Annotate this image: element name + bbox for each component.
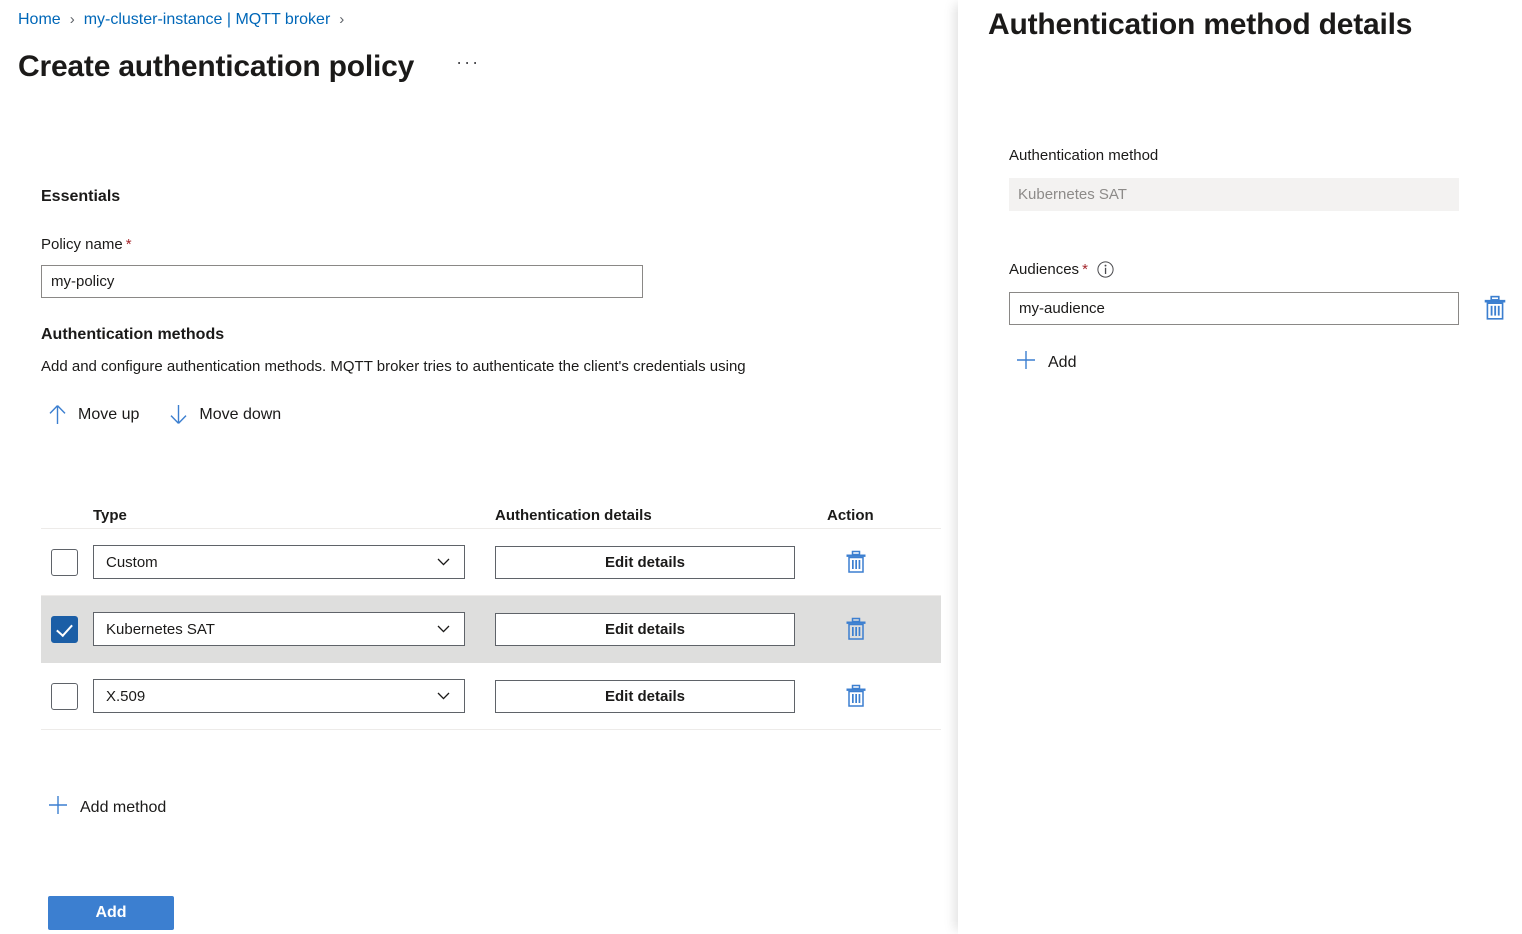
trash-icon	[845, 550, 867, 574]
type-dropdown-value: X.509	[106, 688, 145, 705]
delete-row-button[interactable]	[845, 684, 867, 708]
audiences-label-text: Audiences	[1009, 261, 1079, 278]
type-dropdown[interactable]: Kubernetes SAT	[93, 612, 465, 646]
row-details-cell: Edit details	[495, 546, 827, 579]
type-dropdown[interactable]: X.509	[93, 679, 465, 713]
breadcrumb-item-cluster-instance[interactable]: my-cluster-instance | MQTT broker	[84, 9, 331, 31]
row-select-cell	[41, 549, 93, 576]
type-dropdown-value: Custom	[106, 554, 158, 571]
add-audience-label: Add	[1048, 354, 1076, 372]
table-header-details: Authentication details	[495, 507, 827, 524]
more-options-icon[interactable]: ···	[456, 56, 480, 78]
table-header-row: Type Authentication details Action	[41, 484, 941, 529]
chevron-down-icon	[437, 625, 450, 633]
methods-toolbar: Move up Move down	[48, 404, 281, 425]
auth-method-readonly-field	[1009, 178, 1459, 211]
add-audience-button[interactable]: Add	[1016, 350, 1076, 375]
policy-name-label: Policy name*	[41, 236, 132, 253]
breadcrumb-separator-icon: ›	[339, 9, 344, 31]
breadcrumb-separator-icon: ›	[70, 9, 75, 31]
row-select-cell	[41, 683, 93, 710]
page-title-row: Create authentication policy ···	[18, 50, 480, 84]
add-button[interactable]: Add	[48, 896, 174, 930]
audiences-label: Audiences*	[1009, 261, 1114, 278]
delete-row-button[interactable]	[845, 550, 867, 574]
plus-icon	[1016, 350, 1036, 375]
row-checkbox[interactable]	[51, 616, 78, 643]
plus-icon	[48, 795, 68, 820]
edit-details-button[interactable]: Edit details	[495, 546, 795, 579]
policy-name-input[interactable]	[41, 265, 643, 298]
authentication-methods-heading: Authentication methods	[41, 326, 224, 344]
authentication-methods-table: Type Authentication details Action Custo…	[41, 484, 941, 730]
row-type-cell: Kubernetes SAT	[93, 612, 495, 646]
row-checkbox[interactable]	[51, 549, 78, 576]
edit-details-button[interactable]: Edit details	[495, 613, 795, 646]
table-row[interactable]: X.509 Edit details	[41, 663, 941, 730]
chevron-down-icon	[437, 692, 450, 700]
required-marker: *	[1082, 261, 1088, 278]
essentials-heading: Essentials	[41, 188, 120, 206]
trash-icon	[845, 684, 867, 708]
row-details-cell: Edit details	[495, 680, 827, 713]
move-down-button[interactable]: Move down	[169, 404, 281, 425]
move-up-label: Move up	[78, 406, 139, 424]
delete-audience-button[interactable]	[1483, 295, 1507, 324]
info-icon[interactable]	[1097, 261, 1114, 278]
audience-input[interactable]	[1009, 292, 1459, 325]
move-up-button[interactable]: Move up	[48, 404, 139, 425]
required-marker: *	[126, 236, 132, 253]
panel-title: Authentication method details	[988, 8, 1412, 42]
add-method-button[interactable]: Add method	[48, 795, 166, 820]
row-details-cell: Edit details	[495, 613, 827, 646]
trash-icon	[1483, 295, 1507, 321]
authentication-methods-description: Add and configure authentication methods…	[41, 358, 958, 375]
type-dropdown-value: Kubernetes SAT	[106, 621, 215, 638]
breadcrumb-item-home[interactable]: Home	[18, 9, 61, 31]
breadcrumb: Home › my-cluster-instance | MQTT broker…	[18, 8, 353, 32]
trash-icon	[845, 617, 867, 641]
row-action-cell	[827, 550, 937, 574]
table-row[interactable]: Custom Edit details	[41, 529, 941, 596]
table-header-action: Action	[827, 507, 937, 524]
move-down-label: Move down	[199, 406, 281, 424]
row-type-cell: Custom	[93, 545, 495, 579]
type-dropdown[interactable]: Custom	[93, 545, 465, 579]
auth-method-label: Authentication method	[1009, 147, 1158, 164]
table-header-type: Type	[93, 507, 495, 524]
arrow-up-icon	[48, 404, 67, 425]
delete-row-button[interactable]	[845, 617, 867, 641]
arrow-down-icon	[169, 404, 188, 425]
add-method-label: Add method	[80, 799, 166, 817]
policy-name-label-text: Policy name	[41, 236, 123, 253]
edit-details-button[interactable]: Edit details	[495, 680, 795, 713]
chevron-down-icon	[437, 558, 450, 566]
row-type-cell: X.509	[93, 679, 495, 713]
row-action-cell	[827, 684, 937, 708]
row-checkbox[interactable]	[51, 683, 78, 710]
authentication-method-details-panel: Authentication method details Authentica…	[958, 0, 1522, 934]
create-authentication-policy-blade: Home › my-cluster-instance | MQTT broker…	[0, 0, 958, 934]
table-row[interactable]: Kubernetes SAT Edit details	[41, 596, 941, 663]
row-select-cell	[41, 616, 93, 643]
page-title: Create authentication policy	[18, 50, 414, 84]
row-action-cell	[827, 617, 937, 641]
